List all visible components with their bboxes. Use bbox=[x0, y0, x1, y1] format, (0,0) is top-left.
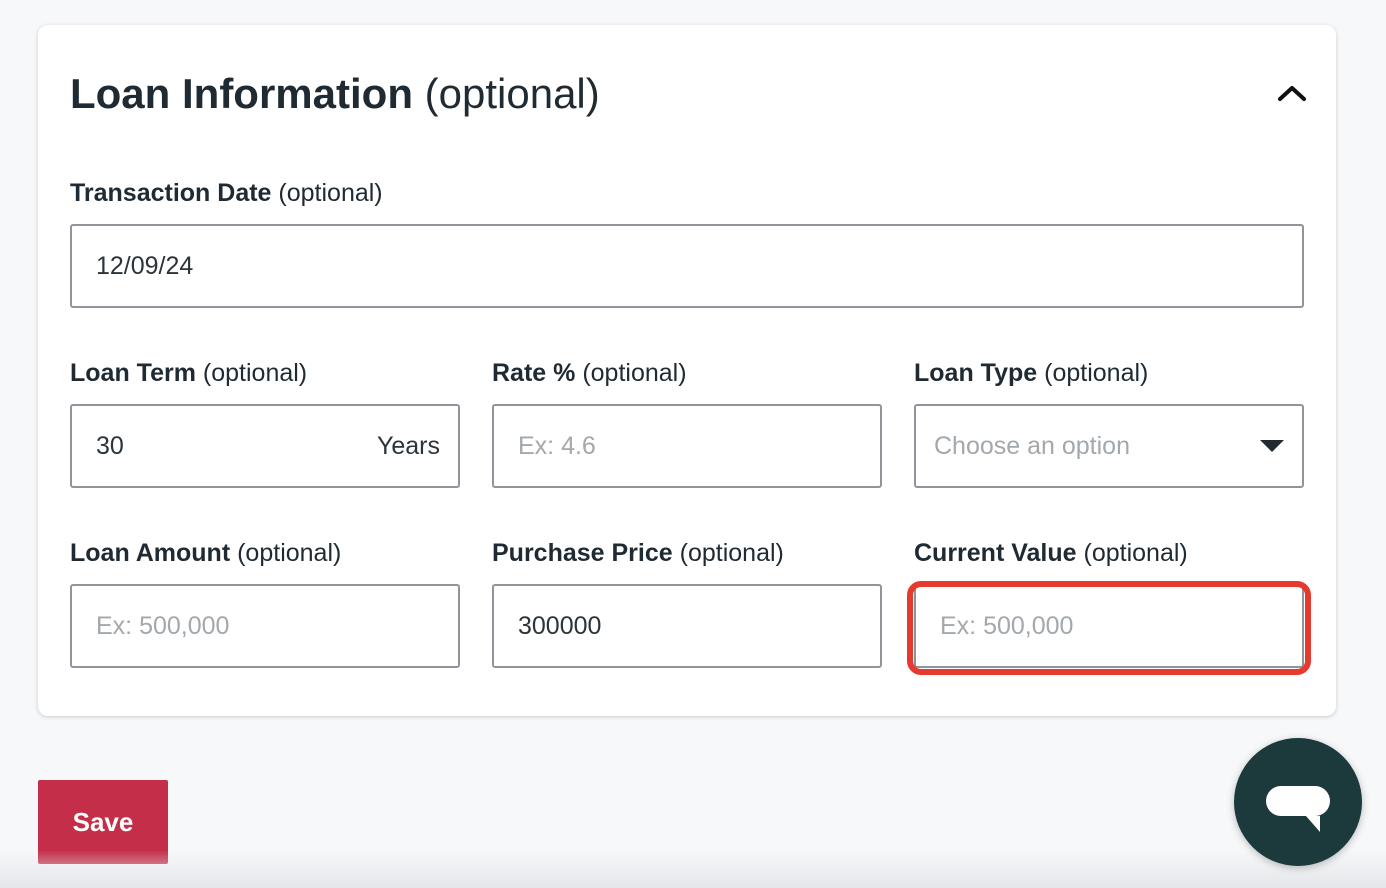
current-value-optional: (optional) bbox=[1083, 539, 1188, 567]
rate-optional: (optional) bbox=[582, 359, 687, 387]
section-title-optional: (optional) bbox=[424, 70, 600, 117]
loan-amount-optional: (optional) bbox=[237, 539, 342, 567]
rate-field[interactable] bbox=[492, 404, 882, 488]
save-button[interactable]: Save bbox=[38, 780, 168, 864]
loan-term-suffix: Years bbox=[376, 431, 440, 460]
chat-launcher-button[interactable] bbox=[1234, 738, 1362, 866]
section-title: Loan Information (optional) bbox=[70, 69, 600, 119]
purchase-price-field[interactable] bbox=[492, 584, 882, 668]
transaction-date-optional: (optional) bbox=[278, 179, 383, 207]
loan-type-select[interactable]: Choose an option bbox=[914, 404, 1304, 488]
current-value-label-text: Current Value bbox=[914, 539, 1077, 567]
loan-type-selected-value: Choose an option bbox=[934, 431, 1130, 460]
section-title-text: Loan Information bbox=[70, 70, 413, 117]
current-value-input[interactable] bbox=[916, 586, 1302, 666]
loan-term-label: Loan Term (optional) bbox=[70, 358, 307, 388]
loan-term-optional: (optional) bbox=[202, 359, 308, 387]
purchase-price-input[interactable] bbox=[494, 586, 880, 666]
loan-type-label: Loan Type (optional) bbox=[914, 358, 1148, 388]
purchase-price-optional: (optional) bbox=[679, 539, 784, 567]
loan-type-optional: (optional) bbox=[1044, 359, 1149, 387]
bottom-fade bbox=[0, 850, 1386, 888]
collapse-toggle-button[interactable] bbox=[1272, 77, 1312, 109]
transaction-date-input[interactable] bbox=[72, 226, 1302, 306]
purchase-price-label: Purchase Price (optional) bbox=[492, 538, 784, 568]
current-value-label: Current Value (optional) bbox=[914, 538, 1188, 568]
transaction-date-label: Transaction Date (optional) bbox=[70, 178, 383, 208]
loan-term-field[interactable]: Years bbox=[70, 404, 460, 488]
loan-information-card: Loan Information (optional) Transaction … bbox=[38, 25, 1336, 716]
transaction-date-label-text: Transaction Date bbox=[70, 179, 272, 207]
purchase-price-label-text: Purchase Price bbox=[492, 539, 673, 567]
current-value-field[interactable] bbox=[914, 584, 1304, 668]
loan-amount-label: Loan Amount (optional) bbox=[70, 538, 341, 568]
chevron-up-icon bbox=[1278, 86, 1306, 101]
rate-input[interactable] bbox=[494, 406, 880, 486]
loan-type-label-text: Loan Type bbox=[914, 359, 1038, 387]
transaction-date-field[interactable] bbox=[70, 224, 1304, 308]
loan-amount-input[interactable] bbox=[72, 586, 458, 666]
rate-label: Rate % (optional) bbox=[492, 358, 687, 388]
loan-term-label-text: Loan Term bbox=[70, 359, 196, 387]
loan-amount-field[interactable] bbox=[70, 584, 460, 668]
loan-amount-label-text: Loan Amount bbox=[70, 539, 231, 567]
chat-bubble-icon bbox=[1266, 786, 1330, 832]
caret-down-icon bbox=[1260, 440, 1284, 452]
rate-label-text: Rate % bbox=[492, 359, 576, 387]
